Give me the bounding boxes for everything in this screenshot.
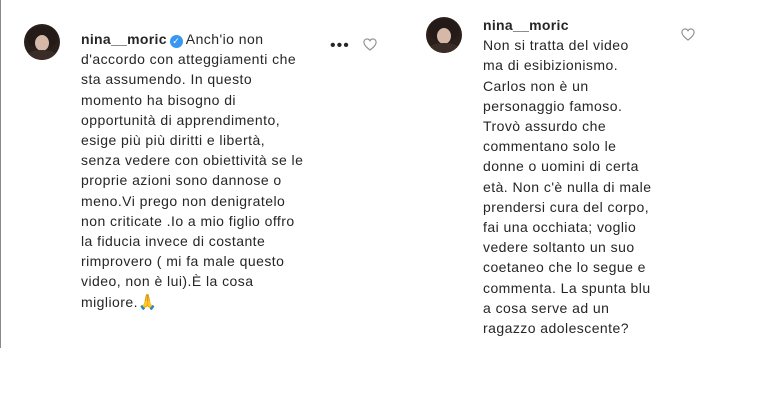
heart-icon[interactable]	[363, 38, 377, 51]
praying-hands-icon: 🙏	[137, 293, 158, 311]
avatar[interactable]	[24, 24, 60, 60]
avatar-shoulders	[428, 43, 460, 53]
avatar[interactable]	[426, 17, 462, 53]
username-link[interactable]: nina__moric	[483, 17, 569, 33]
avatar-face	[437, 28, 451, 44]
avatar-face	[35, 35, 49, 51]
username-link[interactable]: nina__moric	[81, 31, 167, 47]
avatar-shoulders	[26, 50, 58, 60]
screenshot-stage: nina__moric ✓ Anch'io non d'accordo con at…	[0, 0, 768, 400]
comment-body: nina__moric ✓ Anch'io non d'accordo con at…	[81, 29, 371, 313]
comment-panel-left: nina__moric ✓ Anch'io non d'accordo con at…	[0, 0, 390, 348]
comment-text: Anch'io non d'accordo con atteggiamenti …	[81, 31, 304, 310]
comment-body: nina__moric Non si tratta del video ma d…	[483, 15, 703, 338]
heart-icon[interactable]	[681, 28, 695, 41]
comment-panel-right: nina__moric Non si tratta del video ma d…	[411, 0, 768, 348]
verified-icon: ✓	[169, 35, 183, 48]
more-options-icon[interactable]: •••	[330, 38, 350, 54]
comment-text: Non si tratta del video ma di esibizioni…	[483, 37, 652, 337]
